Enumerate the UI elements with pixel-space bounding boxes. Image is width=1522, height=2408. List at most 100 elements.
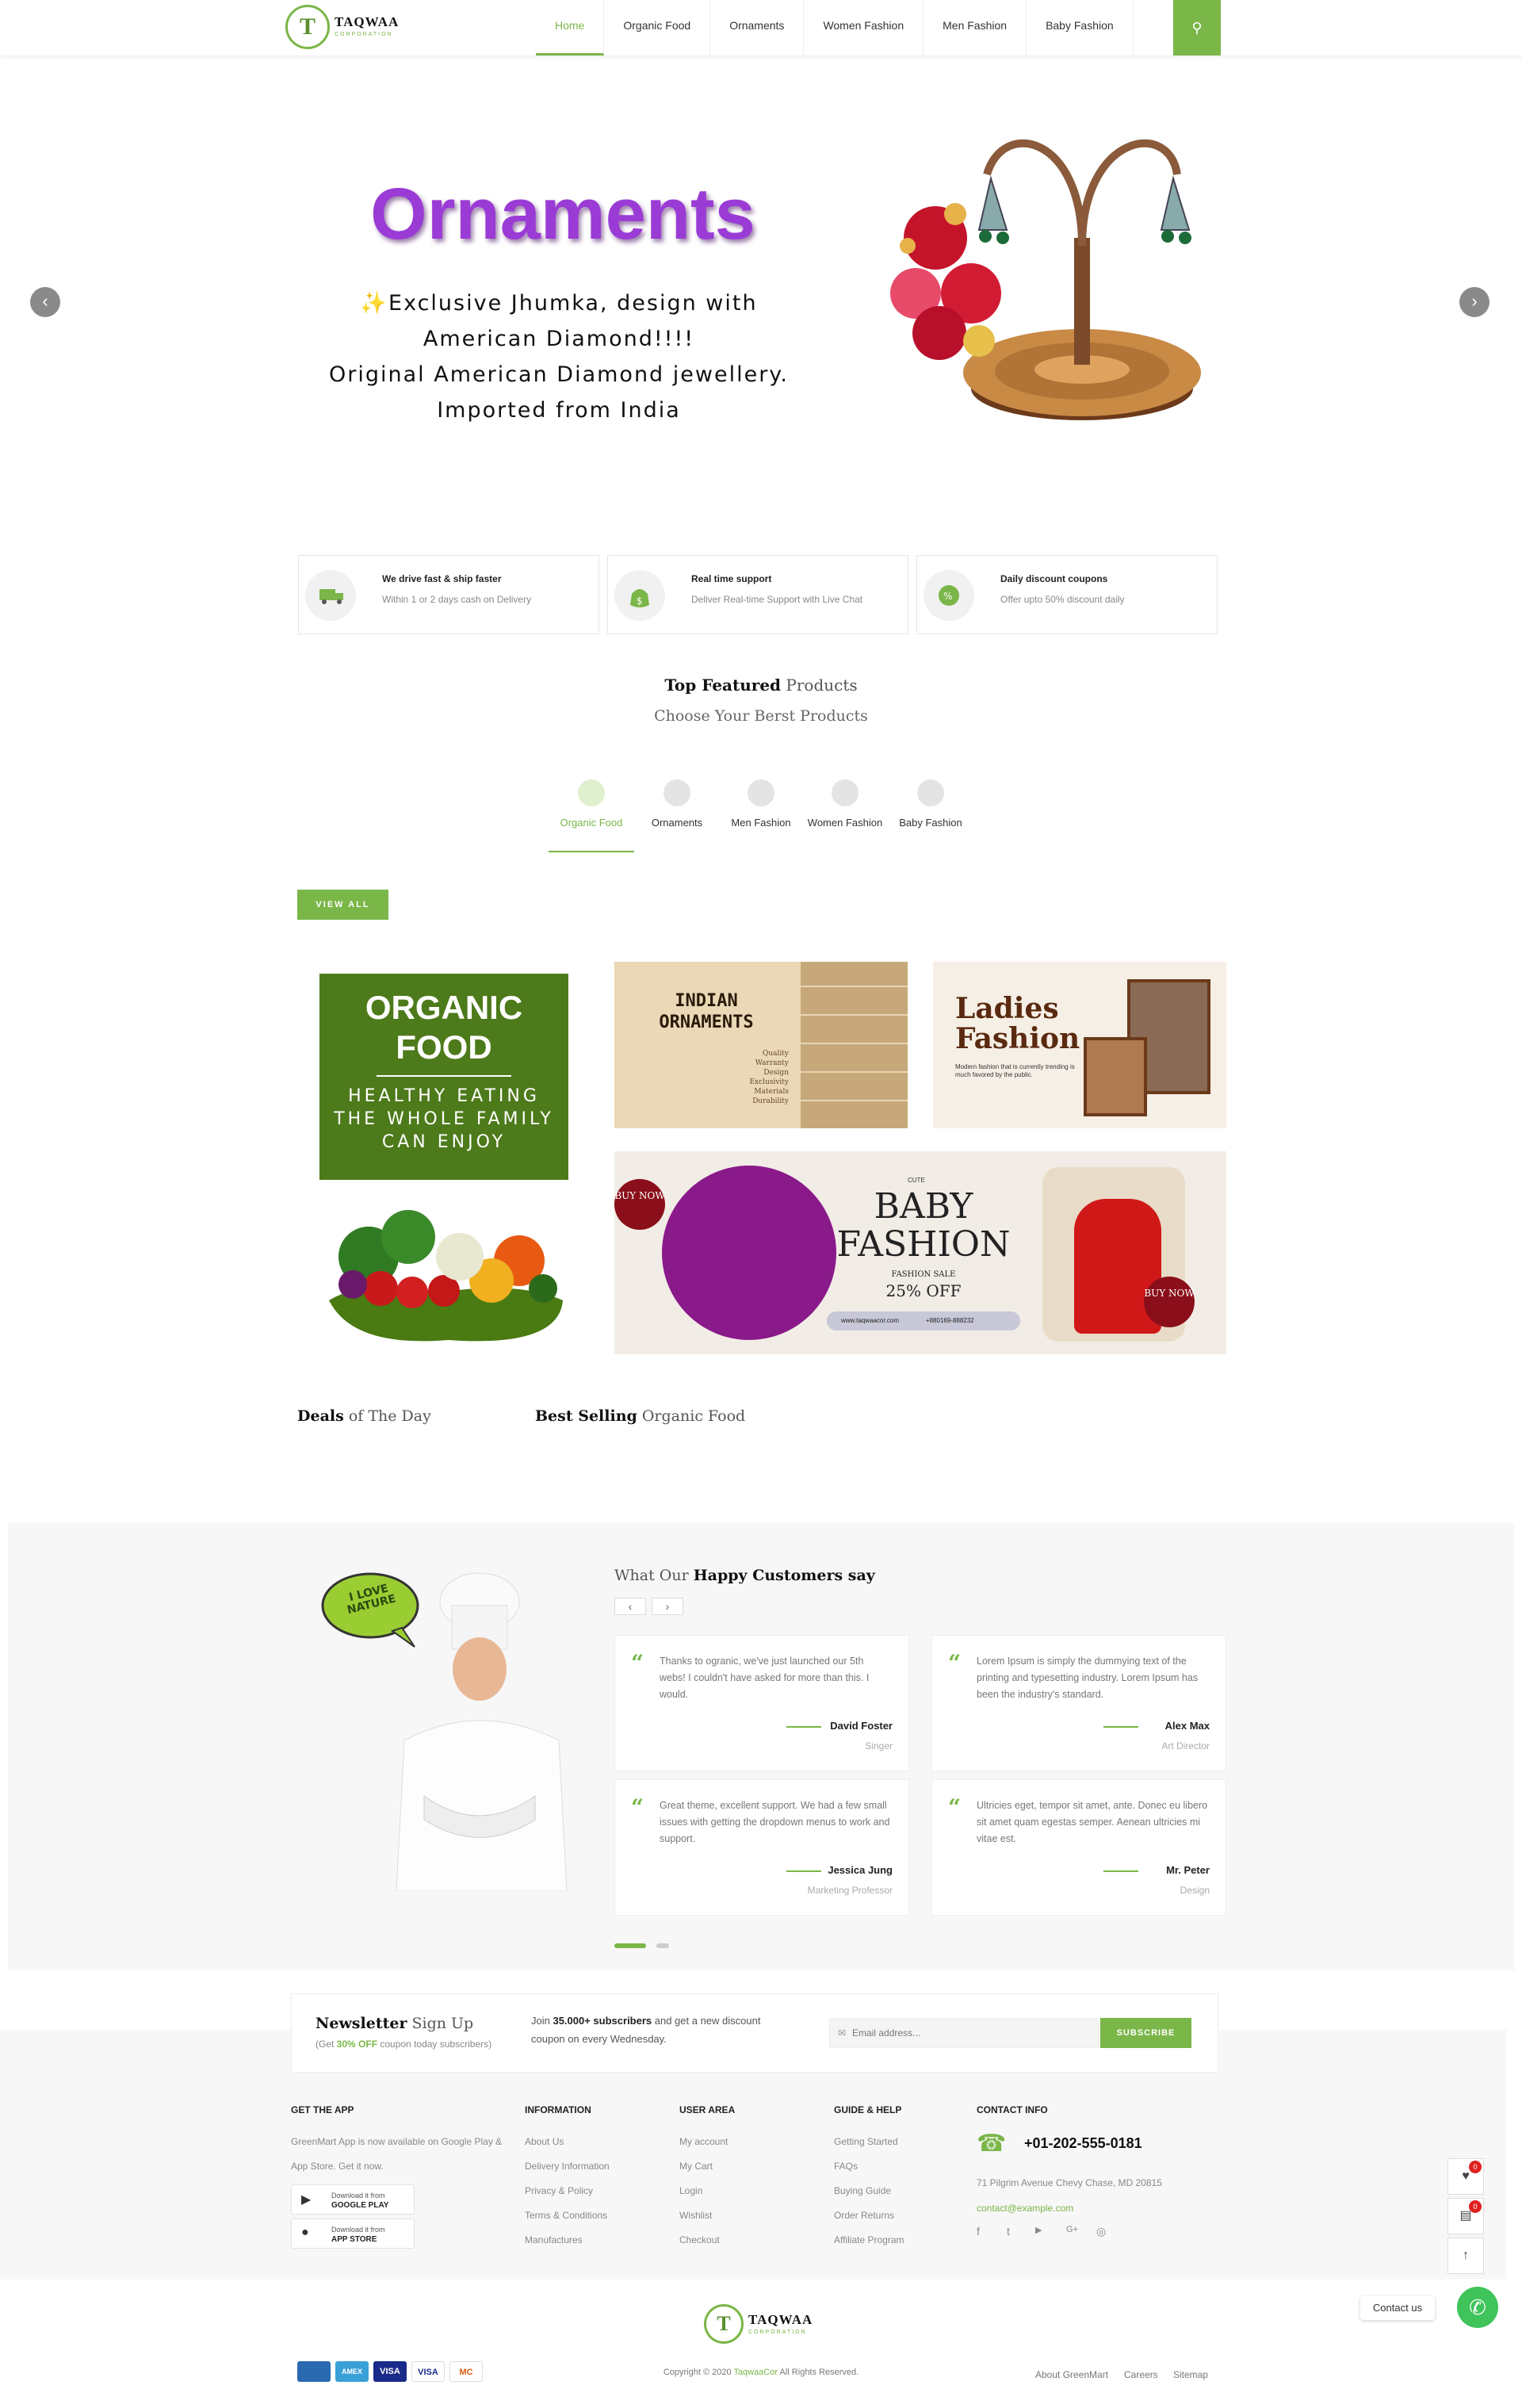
ladies-title-1: Ladies [955,992,1059,1025]
indian-features-list: Quality Warranty Design Exclusivity Mate… [725,1049,789,1106]
testimonial-card: “ Lorem Ipsum is simply the dummying tex… [931,1635,1226,1771]
cart-button[interactable]: ▤ 0 [1447,2198,1484,2234]
heart-icon: ♥ [1462,2169,1470,2183]
facebook-icon[interactable]: f [977,2225,980,2238]
logo-name: TAQWAA [748,2312,813,2327]
nav-organic-food[interactable]: Organic Food [604,0,711,56]
footer-logo[interactable]: T TAQWAA CORPORATION [704,2304,818,2349]
footer-link[interactable]: My account [679,2130,735,2154]
indian-title-2: ORNAMENTS [659,1013,754,1032]
indian-feature: Design [763,1069,789,1077]
organic-sub-line: THE WHOLE FAMILY [334,1109,554,1129]
testimonials-title: What Our Happy Customers say [614,1567,875,1584]
footer-link[interactable]: Privacy & Policy [525,2179,610,2203]
tab-label: Organic Food [560,817,623,829]
jhumka-earring-stand-image [890,139,1201,420]
scroll-top-button[interactable]: ↑ [1447,2238,1484,2274]
featured-title-rest: Products [781,676,858,695]
newsletter-email-field[interactable]: ✉ [829,2018,1099,2048]
google-play-button[interactable]: ▶ Download it from GOOGLE PLAY [291,2184,415,2215]
tab-label: Ornaments [651,817,703,829]
footer-link[interactable]: Getting Started [834,2130,904,2154]
footer-link[interactable]: Login [679,2179,735,2203]
buy-now-badge[interactable]: BUY NOW [614,1179,665,1230]
feature-subtitle: Within 1 or 2 days cash on Delivery [382,594,532,605]
carousel-dot[interactable] [656,1943,669,1948]
buy-now-badge[interactable]: BUY NOW [1144,1277,1195,1327]
footer-link[interactable]: Wishlist [679,2203,735,2228]
twitter-icon[interactable]: t [1007,2225,1010,2238]
contact-us-label[interactable]: Contact us [1360,2296,1435,2320]
newsletter-email-input[interactable] [852,2023,1090,2042]
google-plus-icon[interactable]: G+ [1066,2225,1078,2234]
chevron-right-icon: › [1471,291,1478,311]
app-store-button[interactable]: ● Download it from APP STORE [291,2218,415,2249]
tab-ornaments[interactable]: Ornaments [634,773,720,852]
tab-baby-fashion[interactable]: Baby Fashion [888,773,973,852]
slider-next-button[interactable]: › [1459,287,1489,317]
footer-app-text: GreenMart App is now available on Google… [291,2136,503,2172]
baby-cute: CUTE [908,1177,925,1184]
wishlist-button[interactable]: ♥ 0 [1447,2158,1484,2195]
tab-men-fashion[interactable]: Men Fashion [718,773,804,852]
footer-link[interactable]: Buying Guide [834,2179,904,2203]
copyright-pre: Copyright © 2020 [663,2368,734,2377]
hero-description: ✨Exclusive Jhumka, design with American … [301,285,816,428]
footer-link[interactable]: Manufactures [525,2228,610,2253]
nav-ornaments[interactable]: Ornaments [710,0,805,56]
whatsapp-button[interactable]: ✆ [1457,2287,1498,2328]
copyright-brand[interactable]: TaqwaaCor [733,2368,778,2377]
money-bag-icon: $ [614,570,665,621]
contact-phone[interactable]: +01-202-555-0181 [1024,2135,1142,2152]
youtube-icon[interactable]: ▶ [1035,2225,1042,2235]
footer-link[interactable]: About Us [525,2130,610,2154]
testimonials-prev-button[interactable]: ‹ [614,1598,646,1615]
footer-link[interactable]: Affiliate Program [834,2228,904,2253]
footer-link[interactable]: Terms & Conditions [525,2203,610,2228]
indian-feature: Durability [752,1097,789,1105]
organic-title-2: FOOD [396,1028,492,1066]
nav-women-fashion[interactable]: Women Fashion [804,0,924,56]
footer-bottom-link[interactable]: Careers [1124,2369,1158,2380]
deals-of-day-title: Deals of The Day [297,1407,431,1425]
baby-title-2: FASHION [836,1224,1011,1265]
arrow-up-icon: ↑ [1463,2249,1469,2262]
instagram-icon[interactable]: ◎ [1096,2225,1106,2238]
baby-photo-left [662,1166,836,1340]
tab-women-fashion[interactable]: Women Fashion [802,773,888,852]
featured-subtitle: Choose Your Berst Products [654,707,868,725]
wishlist-count-badge: 0 [1469,2161,1482,2173]
baby-fashion-banner[interactable]: BUY NOW CUTE BABY FASHION FASHION SALE 25… [614,1151,1226,1354]
vegetables-image [329,1210,563,1342]
copyright: Copyright © 2020 TaqwaaCor All Rights Re… [0,2368,1522,2377]
footer-bottom-link[interactable]: About GreenMart [1035,2369,1108,2380]
feature-title: Daily discount coupons [1000,573,1108,584]
footer-link[interactable]: Order Returns [834,2203,904,2228]
nav-baby-fashion[interactable]: Baby Fashion [1027,0,1134,56]
feature-title: We drive fast & ship faster [382,573,502,584]
search-button[interactable]: ⚲ [1173,0,1221,56]
feature-title: Real time support [691,573,772,584]
nav-men-fashion[interactable]: Men Fashion [924,0,1027,56]
indian-ornaments-banner[interactable]: INDIAN ORNAMENTS Quality Warranty Design … [614,962,908,1128]
footer-link[interactable]: My Cart [679,2154,735,2179]
footer-link[interactable]: Delivery Information [525,2154,610,2179]
contact-email[interactable]: contact@example.com [977,2203,1073,2214]
nav-home[interactable]: Home [536,0,605,56]
testimonials-next-button[interactable]: › [652,1598,683,1615]
footer-link[interactable]: FAQs [834,2154,904,2179]
subscribe-button[interactable]: SUBSCRIBE [1100,2018,1191,2048]
speech-icon [832,779,859,806]
organic-food-banner[interactable]: ORGANIC FOOD HEALTHY EATING THE WHOLE FA… [319,974,568,1180]
ladies-fashion-banner[interactable]: Ladies Fashion Modern fashion that is cur… [933,962,1226,1128]
slider-prev-button[interactable]: ‹ [30,287,60,317]
carousel-dot-active[interactable] [614,1943,646,1948]
site-logo[interactable]: T TAQWAA CORPORATION [285,5,412,49]
name-divider [1103,1870,1138,1872]
footer-bottom-link[interactable]: Sitemap [1173,2369,1208,2380]
footer-information-column: INFORMATION About Us Delivery Informatio… [525,2104,610,2253]
testimonial-card: “ Thanks to ogranic, we've just launched… [614,1635,909,1771]
footer-link[interactable]: Checkout [679,2228,735,2253]
tab-organic-food[interactable]: Organic Food [549,773,634,852]
view-all-button[interactable]: VIEW ALL [297,890,388,920]
